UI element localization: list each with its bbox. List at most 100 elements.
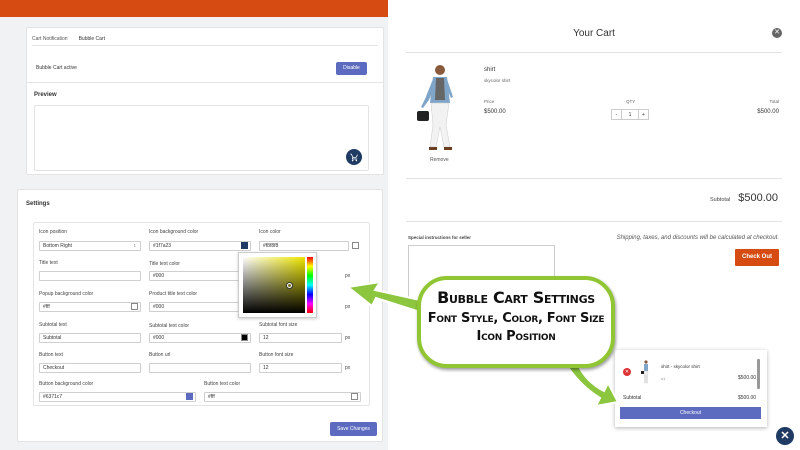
button-text-value: Checkout [43,365,65,371]
subtotal-text-input[interactable]: Subtotal [39,333,141,343]
mini-checkout-button[interactable]: Checkout [620,407,761,419]
button-url-label: Button url [149,352,171,358]
popup-bg-color-label: Popup background color [39,291,94,297]
cart-subtotal-value: $500.00 [738,192,778,204]
title-text-color-input[interactable]: #000 [149,271,239,281]
icon-bg-color-input[interactable]: #1f7a23 [149,241,251,251]
button-url-input[interactable] [149,363,251,373]
color-picker-hue-slider[interactable] [307,257,313,313]
settings-callout: Bubble Cart Settings Font Style, Color, … [417,276,615,368]
bubble-cart-status-row: Bubble Cart active Disable [27,55,383,83]
bubble-cart-card: Cart Notification Bubble Cart Bubble Car… [26,27,384,175]
total-column-label: Total [769,99,779,104]
icon-bg-color-label: Icon background color [149,229,199,235]
callout-line-2: Font Style, Color, Font Size [427,311,605,326]
icon-color-swatch[interactable] [352,242,359,249]
cart-icon [349,153,358,161]
subtotal-font-size-value: 12 [263,335,269,341]
disable-button[interactable]: Disable [336,62,367,75]
button-bg-color-swatch[interactable] [186,393,193,400]
preview-heading: Preview [34,92,57,98]
px-unit-label: px [345,365,351,371]
mini-item-price: $500.00 [738,375,757,381]
product-title-color-input[interactable]: #000 [149,302,239,312]
icon-color-value: #f8f8f8 [263,243,279,249]
subtotal-text-label: Subtotal text [39,322,67,328]
button-text-color-label: Button text color [204,381,241,387]
title-text-input[interactable] [39,271,141,281]
color-picker-handle[interactable] [287,283,292,288]
button-text-color-input[interactable]: #fff [204,392,361,402]
preview-area [34,105,369,171]
color-picker-saturation-area[interactable] [243,257,305,313]
remove-link[interactable]: Remove [430,157,449,163]
settings-heading: Settings [26,201,50,207]
checkout-button[interactable]: Check Out [735,249,779,266]
button-bg-color-value: #6371c7 [43,394,63,400]
mini-subtotal-value: $500.00 [738,395,757,401]
px-unit-label: px [345,335,351,341]
close-icon[interactable]: ✕ [772,28,782,38]
subtotal-text-value: Subtotal [43,335,62,341]
qty-value[interactable]: 1 [621,110,639,119]
product-title-color-value: #000 [153,304,165,310]
settings-card: Settings Icon position Bottom Right ↕ Ic… [17,189,383,442]
qty-decrease-button[interactable]: - [612,110,621,119]
icon-color-label: Icon color [259,229,281,235]
save-changes-button[interactable]: Save Changes [330,422,377,436]
price-value: $500.00 [484,109,506,115]
subtotal-text-color-swatch[interactable] [241,334,248,341]
button-text-color-swatch[interactable] [351,393,358,400]
product-image[interactable] [415,63,463,153]
select-arrows-icon: ↕ [133,243,137,249]
qty-increase-button[interactable]: + [639,110,648,119]
button-text-input[interactable]: Checkout [39,363,141,373]
icon-position-select[interactable]: Bottom Right ↕ [39,241,141,251]
color-picker-popup[interactable] [238,252,317,318]
button-bg-color-input[interactable]: #6371c7 [39,392,196,402]
button-text-label: Button text [39,352,63,358]
px-unit-label: px [345,304,351,310]
mini-item-qty: x1 [661,376,666,381]
mini-scrollbar[interactable] [757,359,760,389]
button-text-color-value: #fff [208,394,215,400]
bubble-close-icon[interactable]: ✕ [776,427,794,445]
mini-product-image [641,360,649,384]
popup-bg-color-value: #fff [43,304,50,310]
subtotal-text-color-input[interactable]: #000 [149,333,251,343]
product-name[interactable]: shirt [484,67,495,73]
popup-bg-color-input[interactable]: #fff [39,302,141,312]
settings-form: Icon position Bottom Right ↕ Icon backgr… [33,222,370,406]
subtotal-text-color-value: #000 [153,335,165,341]
divider [406,221,782,222]
subtotal-font-size-label: Subtotal font size [259,322,298,328]
icon-position-value: Bottom Right [43,243,72,249]
mini-subtotal-label: Subtotal [623,395,642,401]
quantity-stepper: - 1 + [611,109,649,120]
subtotal-text-color-label: Subtotal text color [149,323,190,329]
button-font-size-value: 12 [263,365,269,371]
bubble-cart-popup: ✕ shirt - skycolor shirt x1 $500.00 Subt… [615,350,767,427]
bubble-cart-active-label: Bubble Cart active [36,65,77,71]
title-text-color-label: Title text color [149,261,180,267]
product-title-color-label: Product title text color [149,291,198,297]
qty-column-label: QTY [626,99,636,104]
admin-panel: Cart Notification Bubble Cart Bubble Car… [0,0,388,450]
icon-color-input[interactable]: #f8f8f8 [259,241,349,251]
divider [406,178,782,179]
special-instructions-label: Special instructions for seller [408,235,472,240]
product-variant: skycolor shirt [484,78,511,83]
button-font-size-input[interactable]: 12 [259,363,342,373]
subtotal-font-size-input[interactable]: 12 [259,333,342,343]
popup-bg-color-swatch[interactable] [131,303,138,310]
mini-item-name: shirt - skycolor shirt [661,364,700,369]
button-bg-color-label: Button background color [39,381,94,387]
cart-title: Your Cart [573,28,615,39]
icon-bg-color-swatch[interactable] [241,242,248,249]
icon-bg-color-value: #1f7a23 [153,243,172,249]
remove-item-icon[interactable]: ✕ [623,368,631,376]
tab-divider [32,45,378,46]
preview-bubble-cart-button[interactable] [346,149,362,165]
callout-line-3: Icon Position [476,329,556,344]
title-text-color-value: #000 [153,273,165,279]
